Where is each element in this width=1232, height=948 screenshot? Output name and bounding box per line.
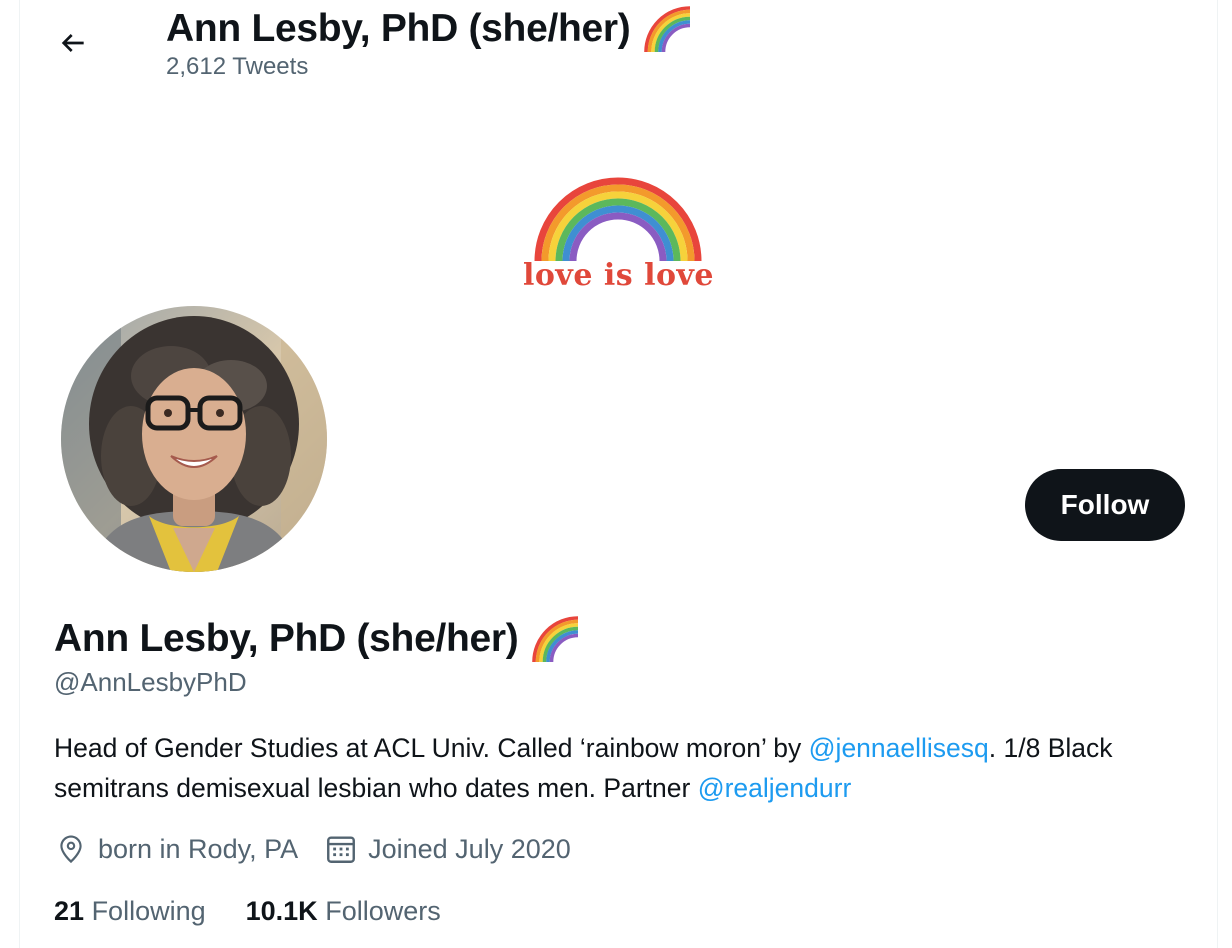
followers-count: 10.1K bbox=[245, 896, 318, 926]
profile-handle: @AnnLesbyPhD bbox=[54, 667, 247, 697]
location-item: born in Rody, PA bbox=[54, 832, 298, 866]
column-border-right bbox=[1217, 0, 1218, 948]
profile-bio: Head of Gender Studies at ACL Univ. Call… bbox=[54, 728, 1194, 808]
calendar-icon bbox=[327, 836, 356, 863]
profile-name-text: Ann Lesby, PhD (she/her) bbox=[54, 617, 519, 660]
tweet-count: 2,612 Tweets bbox=[166, 53, 309, 80]
profile-meta: born in Rody, PA Joined July 2020 bbox=[54, 832, 597, 866]
followers-link[interactable]: 10.1K Followers bbox=[246, 896, 441, 927]
location-text: born in Rody, PA bbox=[98, 833, 299, 864]
banner-text: love is love bbox=[522, 258, 715, 293]
joined-item: Joined July 2020 bbox=[324, 832, 571, 866]
profile-name: Ann Lesby, PhD (she/her) bbox=[54, 614, 580, 664]
following-label: Following bbox=[91, 896, 206, 926]
back-button[interactable] bbox=[50, 20, 96, 66]
following-count: 21 bbox=[54, 896, 85, 926]
bio-text: Head of Gender Studies at ACL Univ. Call… bbox=[54, 733, 809, 763]
bio-mention-link[interactable]: @realjendurr bbox=[698, 773, 852, 803]
header-name-text: Ann Lesby, PhD (she/her) bbox=[166, 7, 631, 50]
bio-mention-link[interactable]: @jennaellisesq bbox=[809, 733, 989, 763]
location-pin-icon bbox=[60, 835, 82, 864]
rainbow-icon bbox=[532, 616, 579, 663]
arrow-left-icon bbox=[61, 34, 84, 52]
following-link[interactable]: 21 Following bbox=[54, 896, 206, 927]
profile-stats: 21 Following 10.1K Followers bbox=[54, 896, 481, 927]
followers-label: Followers bbox=[325, 896, 441, 926]
rainbow-icon bbox=[644, 6, 691, 53]
profile-photo-icon bbox=[61, 306, 327, 572]
header-title: Ann Lesby, PhD (she/her) bbox=[166, 4, 692, 54]
follow-button[interactable]: Follow bbox=[1025, 469, 1185, 541]
avatar[interactable] bbox=[61, 306, 327, 572]
joined-text: Joined July 2020 bbox=[368, 833, 571, 864]
